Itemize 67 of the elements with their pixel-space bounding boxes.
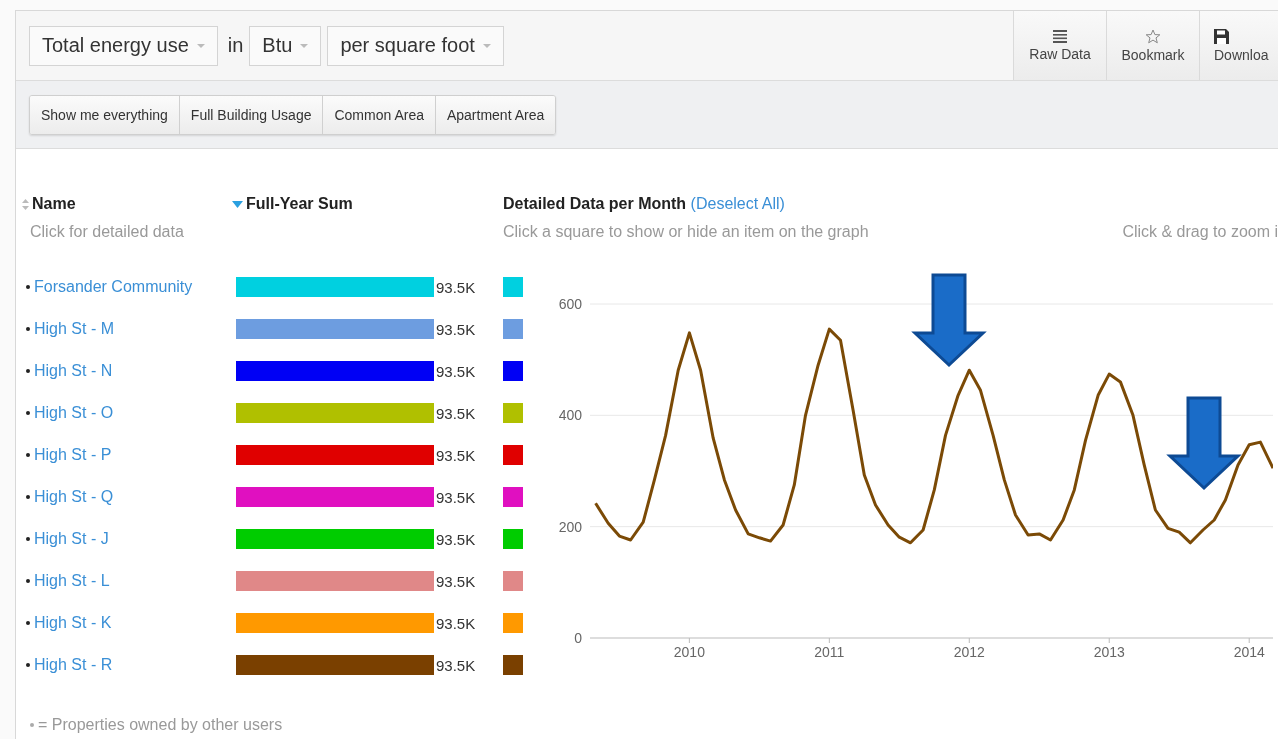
property-link[interactable]: High St - Q bbox=[34, 488, 114, 506]
caret-icon bbox=[300, 43, 309, 48]
series-toggle[interactable] bbox=[503, 655, 523, 675]
property-link[interactable]: High St - R bbox=[34, 656, 113, 674]
chart-hint: Click a square to show or hide an item on the graph bbox=[503, 223, 869, 241]
filter-button[interactable]: Show me everything bbox=[30, 95, 179, 134]
property-link[interactable]: High St - K bbox=[34, 614, 112, 632]
dropdown[interactable]: Total energy use bbox=[29, 25, 218, 66]
series-toggle[interactable] bbox=[503, 277, 523, 297]
filter-button[interactable]: Full Building Usage bbox=[178, 95, 323, 134]
column-header[interactable]: Name bbox=[32, 195, 76, 213]
sum-value: 93.5K bbox=[436, 320, 476, 338]
sum-value: 93.5K bbox=[436, 404, 476, 422]
sum-value: 93.5K bbox=[436, 530, 476, 548]
x-tick-label: 2010 bbox=[673, 644, 705, 660]
dropdown[interactable]: per square foot bbox=[327, 25, 504, 66]
property-link[interactable]: High St - N bbox=[34, 362, 113, 380]
sum-value: 93.5K bbox=[436, 614, 476, 632]
sort-descending-icon bbox=[232, 200, 243, 208]
x-tick-label: 2011 bbox=[814, 644, 845, 660]
sort-icon bbox=[22, 198, 29, 210]
star-icon bbox=[1145, 28, 1161, 44]
save-icon bbox=[1214, 28, 1229, 44]
deselect-link[interactable]: (Deselect All) bbox=[690, 195, 785, 213]
filter-button[interactable]: Apartment Area bbox=[434, 95, 556, 134]
list-icon bbox=[1053, 29, 1067, 43]
series-toggle[interactable] bbox=[503, 361, 523, 381]
x-tick-label: 2014 bbox=[1233, 644, 1265, 660]
connector-text: in bbox=[227, 34, 244, 57]
x-tick-label: 2013 bbox=[1093, 644, 1125, 660]
column-header[interactable]: Full-Year Sum bbox=[246, 195, 353, 213]
sum-value: 93.5K bbox=[436, 488, 476, 506]
sum-value: 93.5K bbox=[436, 362, 476, 380]
property-link[interactable]: High St - P bbox=[34, 446, 112, 464]
series-toggle[interactable] bbox=[503, 319, 523, 339]
property-link[interactable]: High St - L bbox=[34, 572, 110, 590]
property-link[interactable]: Forsander Community bbox=[34, 278, 193, 296]
toolbar-button[interactable]: Raw Data bbox=[1013, 11, 1106, 80]
column-hint: Click for detailed data bbox=[30, 223, 184, 241]
series-toggle[interactable] bbox=[503, 613, 523, 633]
y-tick-label: 400 bbox=[558, 407, 582, 424]
sum-value: 93.5K bbox=[436, 278, 476, 296]
bullet-icon bbox=[30, 723, 34, 727]
series-toggle[interactable] bbox=[503, 445, 523, 465]
series-toggle[interactable] bbox=[503, 403, 523, 423]
y-tick-label: 200 bbox=[558, 518, 582, 535]
x-tick-label: 2012 bbox=[953, 644, 985, 660]
sum-value: 93.5K bbox=[436, 656, 476, 674]
filter-button[interactable]: Common Area bbox=[322, 95, 435, 134]
series-toggle[interactable] bbox=[503, 529, 523, 549]
toolbar-button[interactable]: Bookmark bbox=[1106, 11, 1199, 80]
legend-text: = Properties owned by other users bbox=[38, 716, 283, 734]
caret-icon bbox=[482, 43, 491, 48]
section-title: Detailed Data per Month bbox=[503, 195, 687, 213]
property-link[interactable]: High St - O bbox=[34, 404, 114, 422]
toolbar-button[interactable]: Downloa bbox=[1199, 11, 1278, 80]
sum-value: 93.5K bbox=[436, 446, 476, 464]
dropdown[interactable]: Btu bbox=[249, 25, 322, 66]
series-toggle[interactable] bbox=[503, 571, 523, 591]
y-tick-label: 600 bbox=[558, 296, 582, 312]
zoom-hint: Click & drag to zoom i bbox=[1122, 223, 1278, 241]
property-link[interactable]: High St - J bbox=[34, 530, 109, 548]
series-toggle[interactable] bbox=[503, 487, 523, 507]
property-link[interactable]: High St - M bbox=[34, 320, 114, 338]
caret-icon bbox=[196, 43, 205, 48]
y-tick-label: 0 bbox=[574, 630, 582, 646]
sum-value: 93.5K bbox=[436, 572, 476, 590]
